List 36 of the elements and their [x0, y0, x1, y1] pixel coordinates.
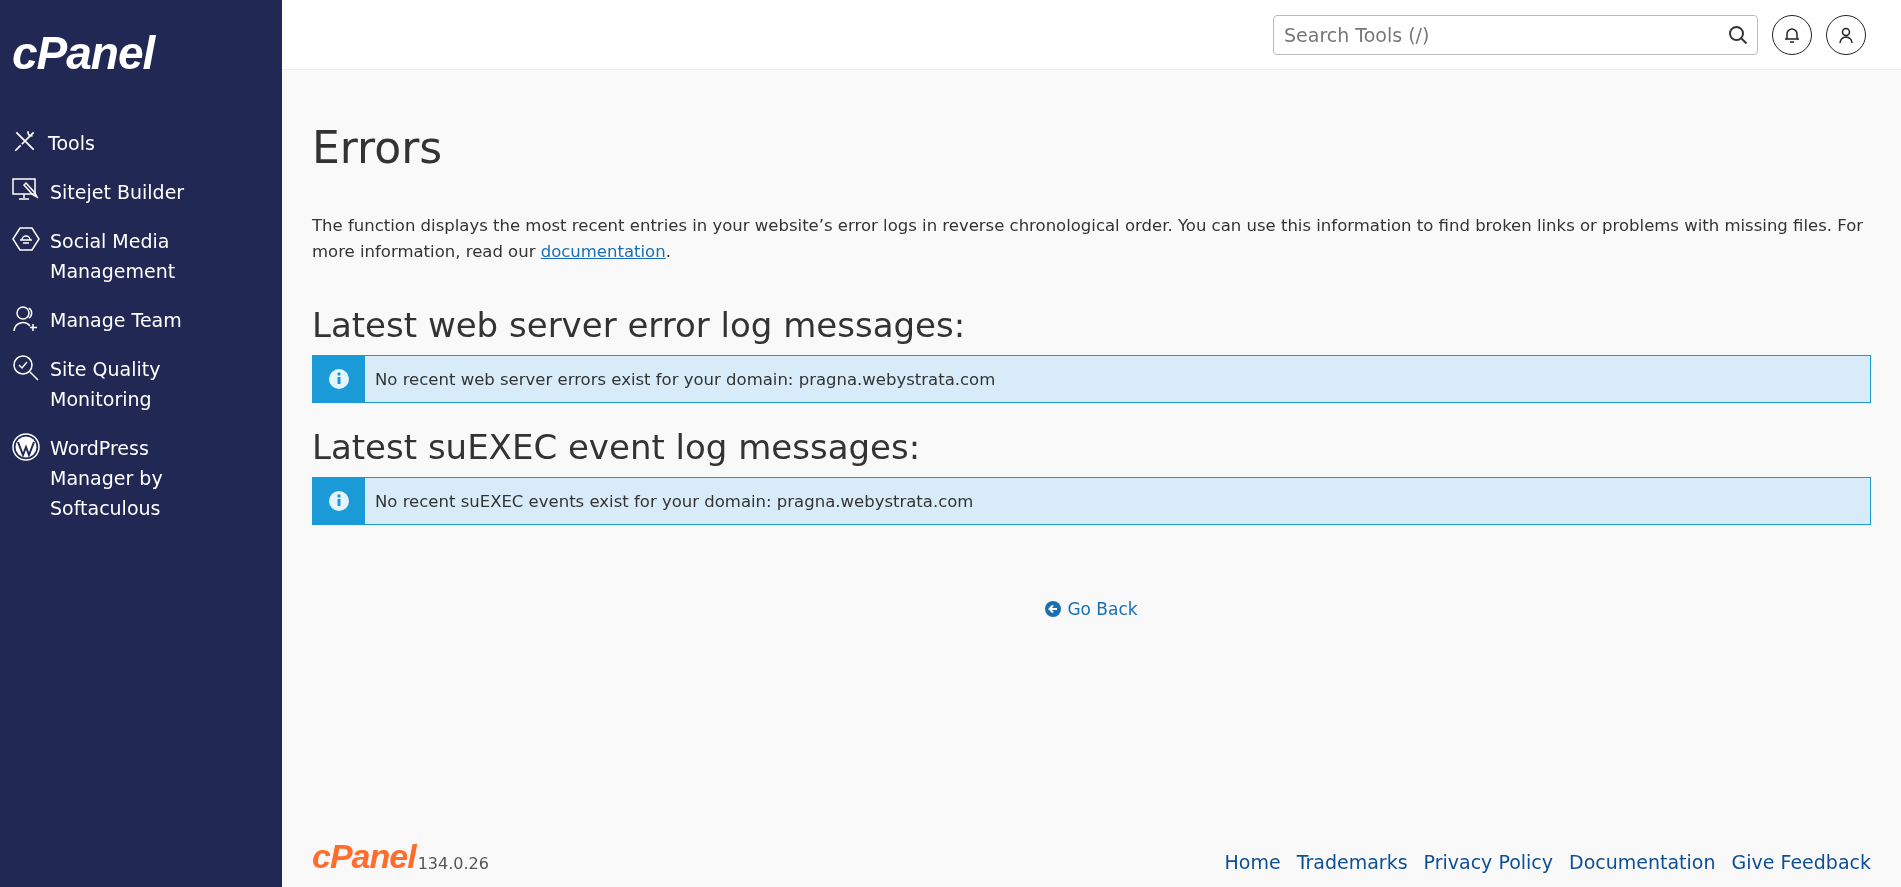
version-text: 134.0.26 [417, 854, 489, 873]
cpanel-logo: cPanel [312, 839, 416, 873]
sidebar-item[interactable]: WordPress Manager by Softaculous [12, 433, 282, 523]
sidebar-item[interactable]: Sitejet Builder [12, 177, 282, 207]
add-user-icon [12, 305, 40, 333]
footer-link[interactable]: Privacy Policy [1423, 851, 1554, 873]
sidebar-item[interactable]: Social Media Management [12, 226, 282, 286]
info-icon [328, 368, 350, 390]
cpanel-logo[interactable]: cPanel [12, 30, 155, 76]
wordpress-icon [12, 433, 40, 461]
sidebar-item[interactable]: Tools [12, 128, 282, 158]
description: The function displays the most recent entries in your website’s error logs in reverse chronological order. You can use this information to find broken links or problems with missing files. For more information, read our documentation. [312, 215, 1865, 263]
section-heading: Latest web server error log messages: [312, 305, 967, 345]
user-button[interactable] [1826, 14, 1866, 55]
magnifier-check-icon [12, 354, 40, 382]
page-title: Errors [312, 122, 444, 173]
footer-link[interactable]: Give Feedback [1731, 851, 1871, 873]
monitor-pencil-icon [12, 177, 40, 203]
section-heading: Latest suEXEC event log messages: [312, 427, 922, 467]
footer-link[interactable]: Documentation [1569, 851, 1716, 873]
notifications-button[interactable] [1772, 14, 1812, 55]
hexagon-icon [12, 226, 40, 252]
search-icon [1728, 24, 1748, 45]
sidebar-item[interactable]: Manage Team [12, 305, 282, 335]
documentation-link[interactable]: documentation [540, 242, 666, 261]
search-field[interactable]: Search Tools (/) [1273, 14, 1758, 55]
sidebar-item[interactable]: Site Quality Monitoring [12, 354, 282, 414]
info-icon [328, 490, 350, 512]
footer-link[interactable]: Home [1224, 851, 1281, 873]
bell-icon [1783, 25, 1801, 44]
alert-message: No recent suEXEC events exist for your domain: pragna.webystrata.com [374, 491, 974, 511]
back-arrow-icon [1045, 601, 1062, 617]
go-back-link[interactable]: Go Back [1045, 599, 1138, 619]
footer-link[interactable]: Trademarks [1296, 851, 1408, 873]
user-icon [1837, 25, 1855, 44]
alert-message: No recent web server errors exist for your domain: pragna.webystrata.com [374, 369, 996, 389]
